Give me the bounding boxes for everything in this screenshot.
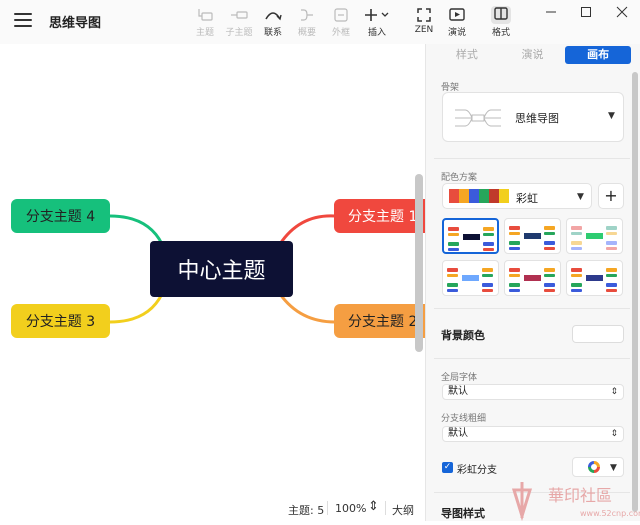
minimize-icon[interactable] <box>540 4 562 20</box>
theme-preview <box>509 268 555 292</box>
maximize-icon[interactable] <box>575 4 597 20</box>
color-swatch <box>499 189 509 203</box>
toolbar-relationship-button[interactable]: 联系 <box>258 6 288 38</box>
color-swatch <box>459 189 469 203</box>
chevron-down-icon: ▼ <box>608 111 615 121</box>
branch-topic-4[interactable]: 分支主题 4 <box>11 199 110 233</box>
rainbow-branch-label: 彩虹分支 <box>457 465 497 476</box>
color-swatch <box>479 189 489 203</box>
color-swatch <box>449 189 459 203</box>
boundary-icon <box>326 6 356 23</box>
chevron-down-icon: ▼ <box>577 192 584 202</box>
divider <box>385 501 386 515</box>
background-color-picker[interactable] <box>572 325 624 343</box>
canvas-vertical-scrollbar[interactable] <box>415 174 423 352</box>
divider <box>434 358 630 359</box>
color-scheme-value: 彩虹 <box>516 192 538 205</box>
structure-value: 思维导图 <box>515 112 559 125</box>
updown-icon: ⇕ <box>610 429 618 439</box>
mindmap-canvas[interactable]: 中心主题 分支主题 1 分支主题 2 分支主题 3 分支主题 4 ◀ ▶ <box>0 44 425 496</box>
color-scheme-select[interactable]: 彩虹 ▼ <box>442 183 592 209</box>
theme-preview <box>509 226 555 250</box>
toolbar-topic-button[interactable]: 主题 <box>190 6 220 38</box>
subtopic-icon <box>224 6 254 23</box>
menu-icon[interactable] <box>14 13 32 29</box>
branch-width-label: 分支线粗细 <box>441 414 487 424</box>
tab-style[interactable]: 样式 <box>434 46 500 64</box>
theme-preset-2[interactable] <box>504 218 561 254</box>
divider <box>434 158 630 159</box>
summary-icon <box>292 6 322 23</box>
toolbar-subtopic-button[interactable]: 子主题 <box>224 6 254 38</box>
theme-preview <box>448 227 494 251</box>
format-panel: 样式 演说 画布 骨架 思维导图 ▼ 配色方案 彩虹 ▼ + 背景颜色 全局字体… <box>425 44 640 521</box>
branch-width-value: 默认 <box>448 428 468 439</box>
theme-preview <box>447 268 493 292</box>
toolbar-boundary-button[interactable]: 外框 <box>326 6 356 38</box>
theme-preset-6[interactable] <box>566 260 623 296</box>
color-swatch <box>469 189 479 203</box>
format-panel-icon <box>491 5 511 24</box>
outline-toggle[interactable]: 大纲 <box>392 502 414 518</box>
zoom-stepper-icon[interactable]: ⇕ <box>368 499 379 514</box>
rainbow-branch-checkbox[interactable]: ✓ <box>442 462 453 473</box>
status-bar: 主题: 5 100% ⇕ 大纲 <box>0 496 425 521</box>
watermark-title: 華印社區 <box>548 486 612 505</box>
theme-preset-4[interactable] <box>442 260 499 296</box>
theme-preset-1[interactable] <box>442 218 499 254</box>
color-swatch <box>489 189 499 203</box>
branch-topic-2[interactable]: 分支主题 2 <box>334 304 425 338</box>
app-title: 思维导图 <box>49 16 102 31</box>
connector-branch-3 <box>109 293 164 324</box>
tab-present[interactable]: 演说 <box>500 46 566 64</box>
present-play-icon <box>442 6 472 23</box>
watermark-logo: 華印社區 www.52cnp.com <box>510 478 640 522</box>
mindmap-structure-icon <box>455 109 501 127</box>
connector-branch-1 <box>278 214 336 245</box>
zen-fullscreen-icon <box>409 6 439 23</box>
color-swatch-strip <box>449 189 509 203</box>
tab-canvas[interactable]: 画布 <box>565 46 632 64</box>
branch-topic-3[interactable]: 分支主题 3 <box>11 304 110 338</box>
close-icon[interactable] <box>611 4 633 20</box>
background-color-label: 背景颜色 <box>441 329 485 342</box>
divider <box>434 308 630 309</box>
global-font-value: 默认 <box>448 386 468 397</box>
rainbow-color-select[interactable]: ▼ <box>572 457 624 477</box>
updown-icon: ⇕ <box>610 387 618 397</box>
title-bar: 思维导图 主题 子主题 联系 概要 外框 插入 ZEN 演说 格式 <box>0 0 640 44</box>
connector-branch-4 <box>109 214 164 245</box>
theme-preset-3[interactable] <box>566 218 623 254</box>
global-font-select[interactable]: 默认 ⇕ <box>442 384 624 400</box>
chevron-down-icon: ▼ <box>610 463 617 473</box>
toolbar-insert-button[interactable]: 插入 <box>362 6 392 38</box>
add-color-scheme-button[interactable]: + <box>598 183 624 209</box>
toolbar-present-button[interactable]: 演说 <box>442 6 472 38</box>
relationship-icon <box>258 6 288 23</box>
theme-preview <box>571 268 617 292</box>
branch-topic-1[interactable]: 分支主题 1 <box>334 199 425 233</box>
theme-preset-5[interactable] <box>504 260 561 296</box>
branch-width-select[interactable]: 默认 ⇕ <box>442 426 624 442</box>
topic-icon <box>190 6 220 23</box>
structure-select[interactable]: 思维导图 ▼ <box>442 92 624 142</box>
color-scheme-label: 配色方案 <box>441 173 478 183</box>
global-font-label: 全局字体 <box>441 373 478 383</box>
watermark-url: www.52cnp.com <box>580 509 640 518</box>
toolbar-zen-button[interactable]: ZEN <box>409 6 439 35</box>
central-topic[interactable]: 中心主题 <box>150 241 293 297</box>
toolbar-format-button[interactable]: 格式 <box>486 5 516 38</box>
topic-count: 主题: 5 <box>288 504 325 517</box>
app-window: 思维导图 主题 子主题 联系 概要 外框 插入 ZEN 演说 格式 中心主题 分… <box>0 0 640 522</box>
theme-preview <box>571 226 617 250</box>
color-wheel-icon <box>588 461 600 473</box>
toolbar-summary-button[interactable]: 概要 <box>292 6 322 38</box>
insert-plus-icon <box>362 6 392 23</box>
panel-scrollbar[interactable] <box>632 72 638 512</box>
divider <box>327 501 328 515</box>
panel-tabs: 样式 演说 画布 <box>434 46 632 64</box>
map-style-label: 导图样式 <box>441 507 485 520</box>
connector-branch-2 <box>278 293 336 324</box>
zoom-level[interactable]: 100% <box>335 502 366 515</box>
